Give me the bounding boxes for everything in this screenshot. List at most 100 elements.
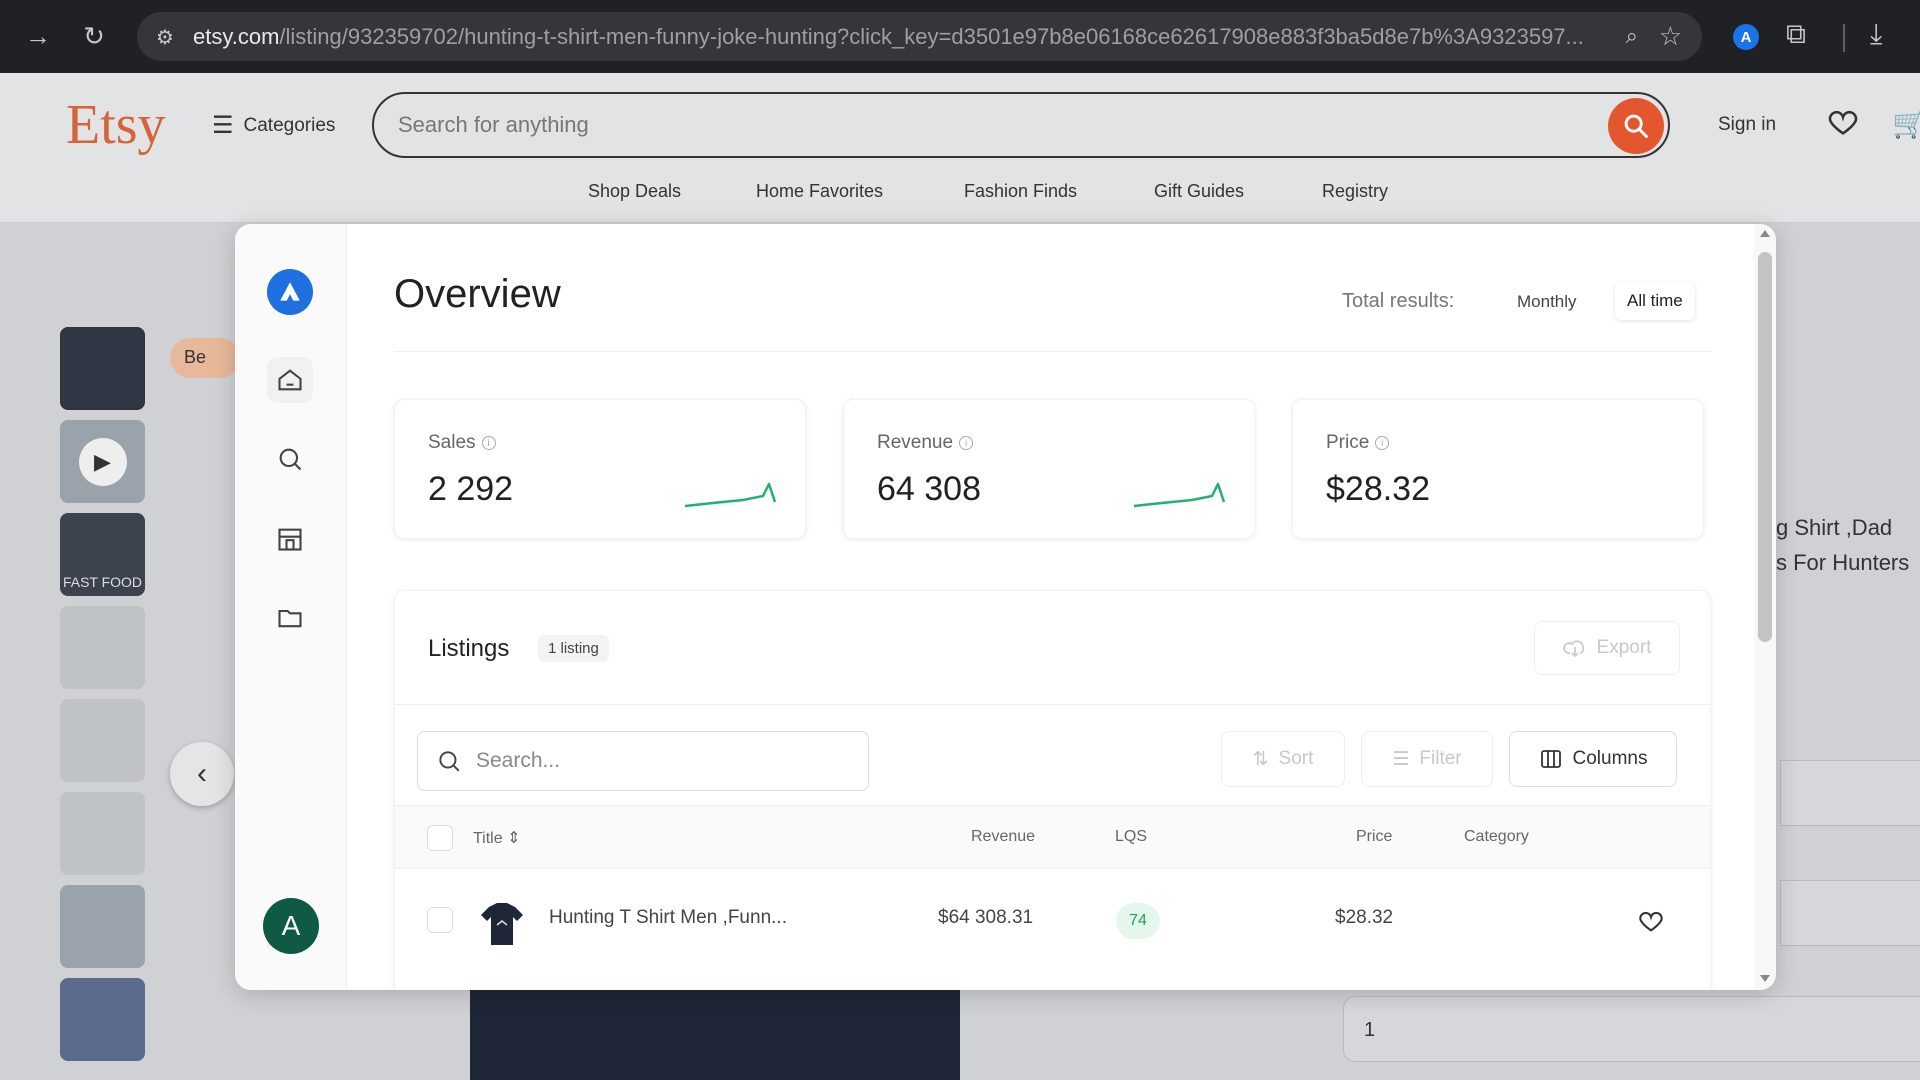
browser-toolbar: → ↻ ⚙ etsy.com/listing/932359702/hunting…	[0, 0, 1920, 73]
heart-icon	[1828, 110, 1858, 135]
thumbnail[interactable]: FAST FOOD	[60, 513, 145, 596]
address-bar[interactable]: ⚙ etsy.com/listing/932359702/hunting-t-s…	[137, 12, 1702, 61]
favorite-listing-button[interactable]	[1637, 907, 1665, 940]
export-button[interactable]: Export	[1534, 621, 1680, 675]
thumbnail[interactable]	[60, 978, 145, 1061]
download-icon[interactable]: ⤓	[1870, 18, 1882, 51]
categories-button[interactable]: ☰ Categories	[212, 111, 335, 140]
listings-search-input[interactable]	[476, 749, 836, 773]
hamburger-menu-icon: ☰	[212, 112, 234, 139]
search-icon	[439, 751, 460, 772]
stat-value: $28.32	[1326, 470, 1430, 508]
total-results-label: Total results:	[1342, 290, 1455, 312]
zoom-icon[interactable]: ⌕	[1626, 23, 1638, 49]
column-lqs[interactable]: LQS	[1115, 828, 1147, 846]
listing-price: $28.32	[1335, 907, 1394, 928]
search-icon[interactable]	[267, 436, 313, 482]
info-icon[interactable]: i	[1375, 436, 1390, 450]
toggle-monthly[interactable]: Monthly	[1509, 286, 1585, 318]
columns-button[interactable]: Columns	[1509, 731, 1677, 787]
info-icon[interactable]: i	[959, 436, 974, 450]
stat-value: 64 308	[877, 470, 981, 508]
toggle-all-time[interactable]: All time	[1615, 282, 1695, 320]
listing-title[interactable]: Hunting T Shirt Men ,Funn...	[549, 907, 787, 929]
stat-value: 2 292	[428, 470, 514, 508]
nav-gift-guides[interactable]: Gift Guides	[1154, 181, 1244, 202]
quantity-select[interactable]: 1	[1343, 996, 1920, 1062]
column-price[interactable]: Price	[1356, 828, 1392, 846]
reload-icon[interactable]: ↻	[72, 14, 116, 58]
nav-home-favorites[interactable]: Home Favorites	[756, 181, 883, 202]
sales-sparkline	[684, 482, 777, 508]
favorites-button[interactable]	[1826, 105, 1860, 144]
column-category[interactable]: Category	[1464, 828, 1529, 846]
scroll-thumb[interactable]	[1758, 252, 1772, 642]
app-logo-icon[interactable]	[267, 269, 313, 315]
chevron-left-icon[interactable]: ‹	[170, 742, 234, 806]
thumbnail[interactable]	[60, 885, 145, 968]
thumbnail[interactable]	[60, 792, 145, 875]
search-icon	[1624, 114, 1648, 138]
etsy-search-bar	[372, 92, 1670, 158]
select-all-checkbox[interactable]	[427, 825, 453, 851]
stat-label: Price i	[1326, 432, 1390, 454]
thumbnail[interactable]	[60, 606, 145, 689]
listings-search	[417, 731, 869, 791]
column-title[interactable]: Title ⇕	[473, 828, 521, 848]
scroll-up-icon[interactable]	[1760, 230, 1770, 237]
panel-main: Overview Total results: Monthly All time…	[347, 224, 1776, 990]
info-icon[interactable]: i	[481, 436, 496, 450]
folder-icon[interactable]	[267, 595, 313, 641]
nav-registry[interactable]: Registry	[1322, 181, 1388, 202]
etsy-header: Etsy ☰ Categories Sign in 🛒 Shop Deals H…	[0, 73, 1920, 223]
stat-label: Revenue i	[877, 432, 974, 454]
sort-icon: ⇅	[1252, 748, 1269, 770]
listing-thumbnail	[473, 897, 531, 951]
sort-button[interactable]: ⇅ Sort	[1221, 731, 1345, 787]
categories-label: Categories	[243, 114, 336, 136]
filter-button[interactable]: ☰ Filter	[1361, 731, 1493, 787]
heart-icon	[1639, 911, 1663, 932]
lqs-badge: 74	[1116, 903, 1160, 939]
variant-select[interactable]	[1780, 880, 1920, 946]
product-image	[470, 990, 960, 1080]
thumbnail-caption: FAST FOOD	[62, 574, 143, 590]
home-icon[interactable]	[267, 357, 313, 403]
etsy-logo[interactable]: Etsy	[66, 93, 166, 157]
cloud-download-icon	[1562, 640, 1584, 658]
cart-icon[interactable]: 🛒	[1892, 107, 1920, 140]
bookmark-star-icon[interactable]: ☆	[1659, 21, 1682, 52]
row-checkbox[interactable]	[427, 907, 453, 933]
table-row[interactable]: Hunting T Shirt Men ,Funn... $64 308.31 …	[395, 869, 1710, 969]
nav-shop-deals[interactable]: Shop Deals	[588, 181, 681, 202]
sort-toggle-icon: ⇕	[507, 830, 521, 847]
page-title: Overview	[394, 272, 561, 316]
etsy-search-input[interactable]	[374, 94, 1524, 156]
scroll-down-icon[interactable]	[1760, 975, 1770, 982]
listings-title: Listings	[428, 635, 510, 662]
play-icon: ▶	[78, 437, 127, 486]
product-title: g Shirt ,Dad s For Hunters	[1776, 515, 1910, 575]
nav-fashion-finds[interactable]: Fashion Finds	[964, 181, 1077, 202]
sign-in-link[interactable]: Sign in	[1718, 114, 1776, 136]
extension-icon[interactable]: A	[1733, 24, 1759, 50]
listing-count-badge: 1 listing	[538, 635, 609, 662]
thumbnail[interactable]	[60, 699, 145, 782]
video-thumbnail[interactable]: ▶	[60, 420, 145, 503]
divider	[394, 351, 1711, 352]
forward-arrow-icon[interactable]: →	[16, 14, 60, 58]
avatar[interactable]: A	[263, 898, 319, 954]
search-button[interactable]	[1608, 98, 1664, 154]
site-settings-icon[interactable]: ⚙	[151, 23, 179, 51]
extensions-puzzle-icon[interactable]: ⧉	[1786, 18, 1806, 51]
stat-label: Sales i	[428, 432, 496, 454]
table-header: Title ⇕ Revenue LQS Price Category	[395, 805, 1710, 869]
variant-select[interactable]	[1780, 760, 1920, 826]
sales-card: Sales i 2 292	[394, 399, 806, 539]
panel-scrollbar[interactable]	[1754, 224, 1776, 990]
divider	[395, 704, 1710, 705]
column-revenue[interactable]: Revenue	[971, 828, 1035, 846]
columns-icon	[1540, 750, 1561, 768]
shop-icon[interactable]	[267, 516, 313, 562]
thumbnail[interactable]	[60, 327, 145, 410]
